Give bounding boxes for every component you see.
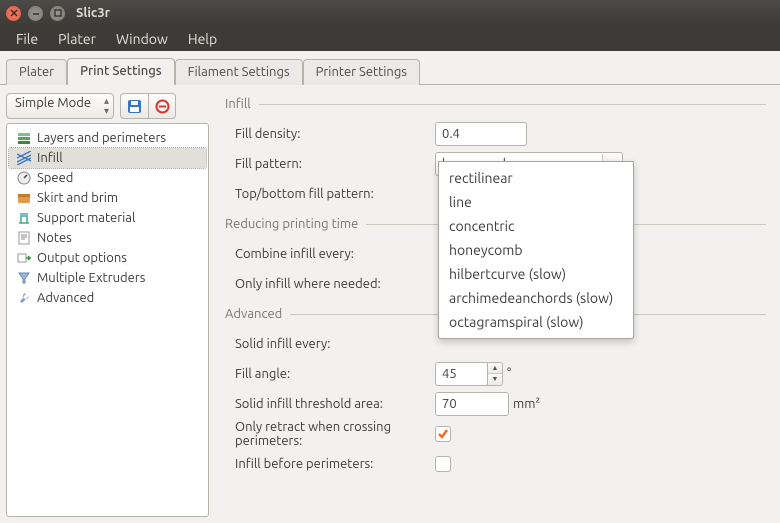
- tree-item-label: Multiple Extruders: [37, 271, 145, 285]
- menu-plater[interactable]: Plater: [48, 27, 106, 51]
- menubar: File Plater Window Help: [0, 26, 780, 51]
- window-titlebar: Slic3r: [0, 0, 780, 26]
- section-legend: Advanced: [225, 307, 290, 321]
- infill-before-label: Infill before perimeters:: [225, 457, 435, 471]
- fill-pattern-dropdown[interactable]: rectilinear line concentric honeycomb hi…: [438, 161, 634, 339]
- section-legend: Infill: [225, 97, 259, 111]
- tree-item-label: Skirt and brim: [37, 191, 118, 205]
- tree-item-notes[interactable]: Notes: [9, 228, 206, 248]
- tree-item-label: Advanced: [37, 291, 94, 305]
- window-maximize-button[interactable]: [50, 6, 65, 21]
- mode-select-value: Simple Mode: [15, 96, 91, 110]
- menu-help[interactable]: Help: [178, 27, 227, 51]
- solid-every-label: Solid infill every:: [225, 337, 435, 351]
- only-where-needed-label: Only infill where needed:: [225, 277, 435, 291]
- menu-file[interactable]: File: [6, 27, 48, 51]
- tab-plater[interactable]: Plater: [6, 59, 67, 85]
- tree-item-extruders[interactable]: Multiple Extruders: [9, 268, 206, 288]
- save-preset-button[interactable]: [120, 93, 148, 119]
- tree-item-advanced[interactable]: Advanced: [9, 288, 206, 308]
- dropdown-option[interactable]: hilbertcurve (slow): [439, 262, 633, 286]
- minimize-icon: [32, 9, 40, 17]
- funnel-icon: [17, 271, 31, 285]
- tree-item-label: Layers and perimeters: [37, 131, 166, 145]
- infill-icon: [17, 151, 31, 165]
- maximize-icon: [54, 9, 62, 17]
- fill-angle-unit: °: [507, 367, 511, 381]
- tree-item-skirt[interactable]: Skirt and brim: [9, 188, 206, 208]
- dropdown-option[interactable]: line: [439, 190, 633, 214]
- output-icon: [17, 251, 31, 265]
- only-retract-label: Only retract when crossing perimeters:: [225, 420, 435, 448]
- dropdown-option[interactable]: concentric: [439, 214, 633, 238]
- settings-tree: Layers and perimeters Infill Speed Skirt…: [6, 123, 209, 517]
- tab-printer-settings[interactable]: Printer Settings: [303, 59, 420, 85]
- top-bottom-pattern-label: Top/bottom fill pattern:: [225, 187, 435, 201]
- skirt-icon: [17, 191, 31, 205]
- combine-infill-label: Combine infill every:: [225, 247, 435, 261]
- mode-select[interactable]: Simple Mode ▴▾: [6, 93, 114, 119]
- delete-icon: [155, 99, 170, 114]
- tree-item-support[interactable]: Support material: [9, 208, 206, 228]
- layers-icon: [17, 131, 31, 145]
- fill-pattern-label: Fill pattern:: [225, 157, 435, 171]
- tree-item-label: Output options: [37, 251, 127, 265]
- main-tabs: Plater Print Settings Filament Settings …: [0, 51, 780, 85]
- dropdown-option[interactable]: honeycomb: [439, 238, 633, 262]
- speed-icon: [17, 171, 31, 185]
- tree-item-label: Speed: [37, 171, 73, 185]
- tree-item-output[interactable]: Output options: [9, 248, 206, 268]
- check-icon: [437, 428, 449, 440]
- fill-density-input[interactable]: [435, 122, 527, 146]
- dropdown-option[interactable]: octagramspiral (slow): [439, 310, 633, 334]
- preset-button-group: [120, 93, 176, 119]
- fill-angle-spinner[interactable]: ▲▼: [435, 362, 503, 386]
- window-minimize-button[interactable]: [28, 6, 43, 21]
- fill-angle-input[interactable]: [435, 362, 487, 386]
- tree-item-infill[interactable]: Infill: [9, 148, 206, 168]
- dropdown-option[interactable]: archimedeanchords (slow): [439, 286, 633, 310]
- tree-item-layers[interactable]: Layers and perimeters: [9, 128, 206, 148]
- threshold-unit: mm²: [513, 397, 540, 411]
- support-icon: [17, 211, 31, 225]
- threshold-input[interactable]: [435, 392, 509, 416]
- tree-item-label: Support material: [37, 211, 135, 225]
- dropdown-option[interactable]: rectilinear: [439, 166, 633, 190]
- save-icon: [127, 99, 142, 114]
- tree-item-speed[interactable]: Speed: [9, 168, 206, 188]
- wrench-icon: [17, 291, 31, 305]
- menu-window[interactable]: Window: [106, 27, 178, 51]
- tab-filament-settings[interactable]: Filament Settings: [175, 59, 303, 85]
- tree-item-label: Notes: [37, 231, 72, 245]
- window-close-button[interactable]: [6, 6, 21, 21]
- fill-density-label: Fill density:: [225, 127, 435, 141]
- infill-before-checkbox[interactable]: [435, 456, 451, 472]
- spinner-buttons[interactable]: ▲▼: [487, 362, 503, 386]
- chevron-updown-icon: ▴▾: [104, 96, 109, 116]
- close-icon: [10, 9, 18, 17]
- tab-print-settings[interactable]: Print Settings: [67, 58, 175, 85]
- only-retract-checkbox[interactable]: [435, 426, 451, 442]
- window-title: Slic3r: [76, 6, 110, 20]
- delete-preset-button[interactable]: [148, 93, 176, 119]
- tree-item-label: Infill: [37, 151, 63, 165]
- section-legend: Reducing printing time: [225, 217, 366, 231]
- fill-angle-label: Fill angle:: [225, 367, 435, 381]
- threshold-label: Solid infill threshold area:: [225, 397, 435, 411]
- notes-icon: [17, 231, 31, 245]
